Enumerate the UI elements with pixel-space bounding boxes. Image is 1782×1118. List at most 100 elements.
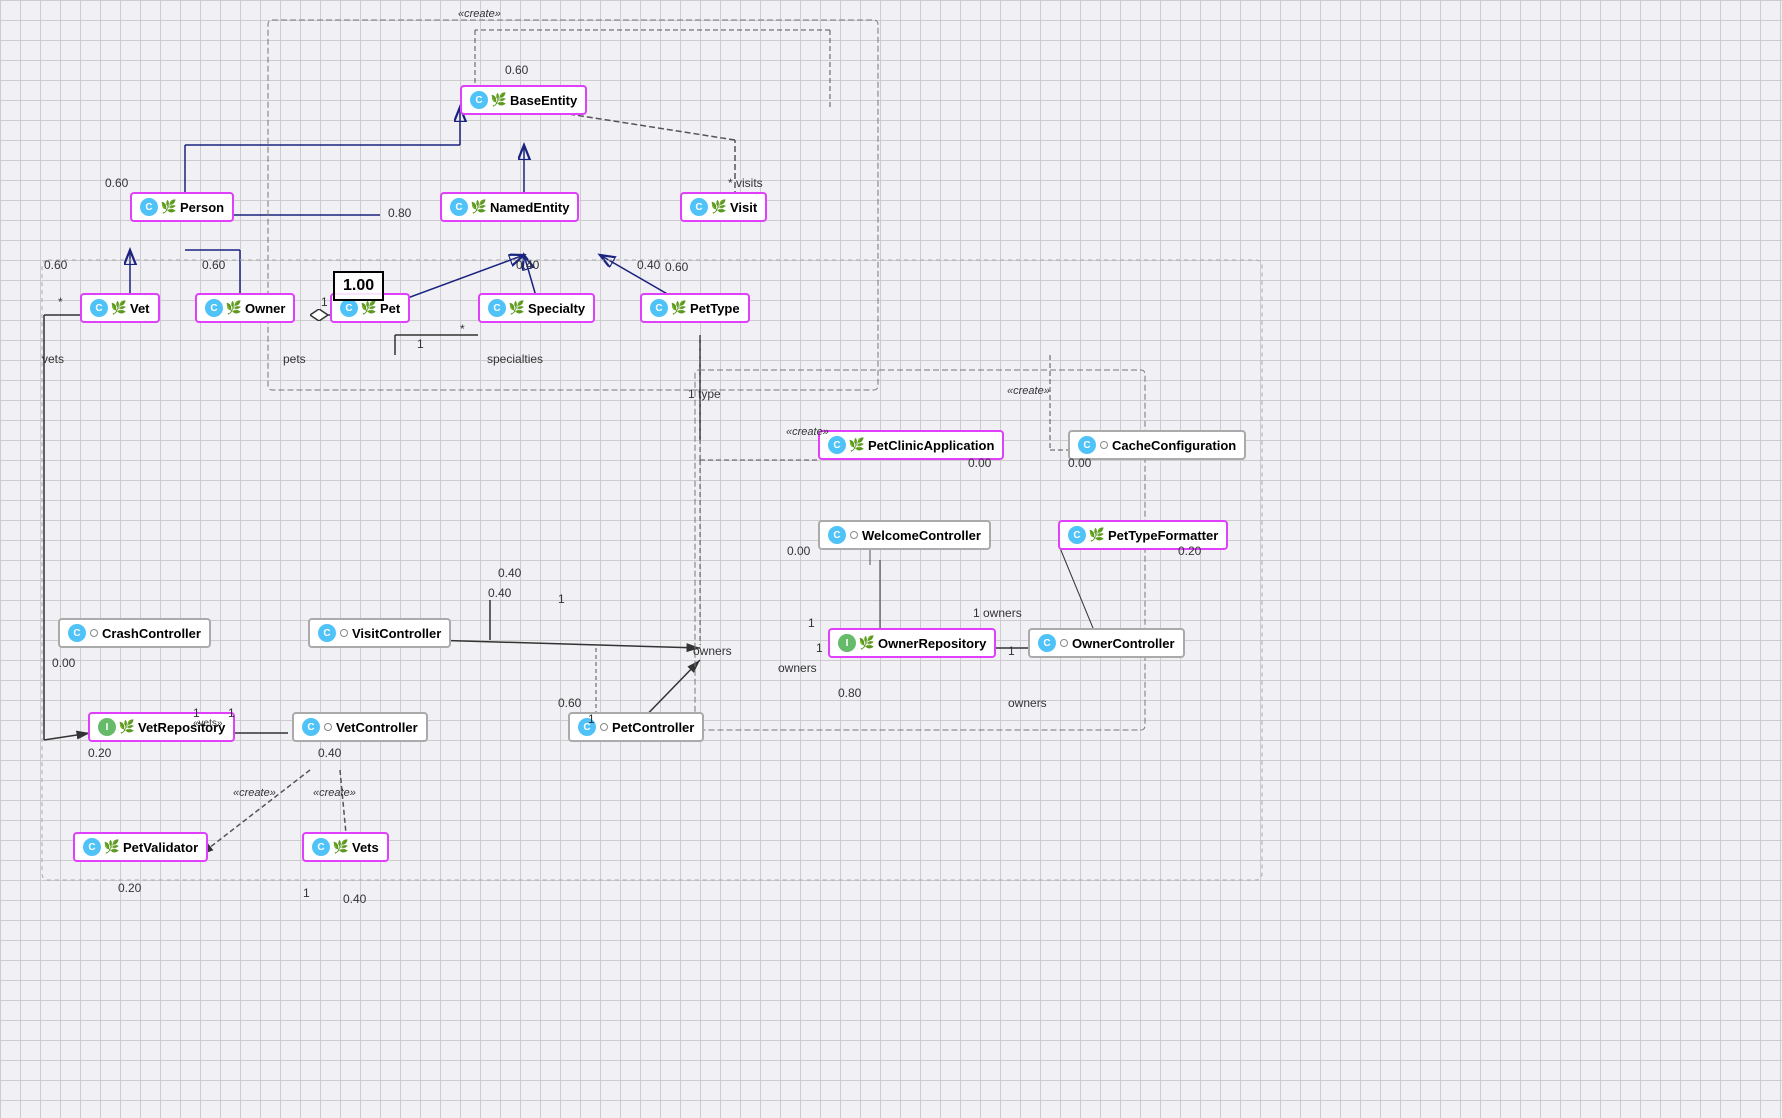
- icon-i-owner-repo: I: [838, 634, 856, 652]
- label-specialty: Specialty: [528, 301, 585, 316]
- icon-leaf-welcome-ctrl: [850, 531, 858, 539]
- label-create-3: «create»: [233, 787, 276, 799]
- node-named-entity: C 🌿 NamedEntity: [440, 192, 579, 222]
- label-vet: Vet: [130, 301, 150, 316]
- icon-c-pet: C: [340, 299, 358, 317]
- icon-leaf-named-entity: 🌿: [472, 200, 486, 214]
- label-create-2: «create»: [1007, 385, 1050, 397]
- label-080: 0.80: [838, 686, 861, 700]
- icon-leaf-pet-type-formatter: 🌿: [1090, 528, 1104, 542]
- node-vets: C 🌿 Vets: [302, 832, 389, 862]
- label-welcome-ctrl: WelcomeController: [862, 528, 981, 543]
- icon-leaf-visit-ctrl: [340, 629, 348, 637]
- icon-leaf-owner-repo: 🌿: [860, 636, 874, 650]
- icon-leaf-person: 🌿: [162, 200, 176, 214]
- label-1f: 1: [228, 706, 235, 720]
- label-2: 0.80: [388, 206, 411, 220]
- label-00-3: 0.00: [787, 544, 810, 558]
- label-person: Person: [180, 200, 224, 215]
- icon-c-owner-ctrl: C: [1038, 634, 1056, 652]
- icon-c-vet: C: [90, 299, 108, 317]
- label-pet-validator: PetValidator: [123, 840, 198, 855]
- node-crash-ctrl: C CrashController: [58, 618, 211, 648]
- label-040-2: 0.40: [318, 746, 341, 760]
- label-1g: 1: [303, 886, 310, 900]
- label-base-entity: BaseEntity: [510, 93, 577, 108]
- label-6: 0.40: [516, 258, 539, 272]
- icon-leaf-visit: 🌿: [712, 200, 726, 214]
- node-pet-validator: C 🌿 PetValidator: [73, 832, 208, 862]
- node-owner-repo: I 🌿 OwnerRepository: [828, 628, 996, 658]
- icon-leaf-pet-validator: 🌿: [105, 840, 119, 854]
- label-060: 0.60: [558, 696, 581, 710]
- icon-c-crash-ctrl: C: [68, 624, 86, 642]
- label-1h: 1: [816, 641, 823, 655]
- icon-leaf-crash-ctrl: [90, 629, 98, 637]
- icon-leaf-vet: 🌿: [112, 301, 126, 315]
- label-visits: * visits: [728, 176, 763, 190]
- label-owners-3: 1 owners: [973, 606, 1022, 620]
- label-1: 0.60: [105, 176, 128, 190]
- node-person: C 🌿 Person: [130, 192, 234, 222]
- label-pet-type: PetType: [690, 301, 740, 316]
- icon-leaf-specialty: 🌿: [510, 301, 524, 315]
- label-create-1: «create»: [786, 426, 829, 438]
- label-create-top: «create»: [458, 8, 501, 20]
- label-pet-type-formatter: PetTypeFormatter: [1108, 528, 1218, 543]
- icon-c-pet-type-formatter: C: [1068, 526, 1086, 544]
- label-cache-config: CacheConfiguration: [1112, 438, 1236, 453]
- label-owners-1: owners: [693, 644, 732, 658]
- label-owner: Owner: [245, 301, 285, 316]
- icon-leaf-pet-ctrl: [600, 723, 608, 731]
- highlight-box: 1.00: [333, 271, 384, 301]
- icon-c-cache-config: C: [1078, 436, 1096, 454]
- icon-c-pet-clinic-app: C: [828, 436, 846, 454]
- node-visit: C 🌿 Visit: [680, 192, 767, 222]
- icon-leaf-vets: 🌿: [334, 840, 348, 854]
- label-020-2: 0.20: [88, 746, 111, 760]
- label-3: 0.60: [665, 260, 688, 274]
- icon-c-welcome-ctrl: C: [828, 526, 846, 544]
- icon-leaf-pet-type: 🌿: [672, 301, 686, 315]
- label-owners-4: owners: [1008, 696, 1047, 710]
- label-00-1: 0.00: [968, 456, 991, 470]
- label-1a: 1: [558, 592, 565, 606]
- icon-c-base-entity: C: [470, 91, 488, 109]
- label-vets-arrow: «vets»: [193, 718, 222, 729]
- label-5: 0.60: [202, 258, 225, 272]
- label-vet-ctrl: VetController: [336, 720, 418, 735]
- node-vet-ctrl: C VetController: [292, 712, 428, 742]
- label-11: 1: [417, 337, 424, 351]
- icon-c-visit-ctrl: C: [318, 624, 336, 642]
- label-0: 0.60: [505, 63, 528, 77]
- icon-leaf-vet-ctrl: [324, 723, 332, 731]
- node-specialty: C 🌿 Specialty: [478, 293, 595, 323]
- icon-c-visit: C: [690, 198, 708, 216]
- node-visit-ctrl: C VisitController: [308, 618, 451, 648]
- label-vets: Vets: [352, 840, 379, 855]
- label-1b: 1: [808, 616, 815, 630]
- node-pet-type-formatter: C 🌿 PetTypeFormatter: [1058, 520, 1228, 550]
- label-pet: Pet: [380, 301, 400, 316]
- label-owner-ctrl: OwnerController: [1072, 636, 1175, 651]
- label-040-1: 0.40: [498, 566, 521, 580]
- label-create-4: «create»: [313, 787, 356, 799]
- node-cache-config: C CacheConfiguration: [1068, 430, 1246, 460]
- label-vets: vets: [42, 352, 64, 366]
- icon-leaf-vet-repo: 🌿: [120, 720, 134, 734]
- icon-c-person: C: [140, 198, 158, 216]
- label-8: *: [58, 295, 63, 309]
- icon-i-vet-repo: I: [98, 718, 116, 736]
- icon-leaf-owner: 🌿: [227, 301, 241, 315]
- label-020-3: 0.20: [118, 881, 141, 895]
- label-crash-ctrl: CrashController: [102, 626, 201, 641]
- label-00-2: 0.00: [1068, 456, 1091, 470]
- icon-leaf-base-entity: 🌿: [492, 93, 506, 107]
- label-pet-ctrl: PetController: [612, 720, 694, 735]
- label-visit: Visit: [730, 200, 757, 215]
- icon-leaf-pet-clinic-app: 🌿: [850, 438, 864, 452]
- label-9: 1: [321, 295, 328, 309]
- label-040-4: 0.40: [488, 586, 511, 600]
- label-owners-2: owners: [778, 661, 817, 675]
- node-owner: C 🌿 Owner: [195, 293, 295, 323]
